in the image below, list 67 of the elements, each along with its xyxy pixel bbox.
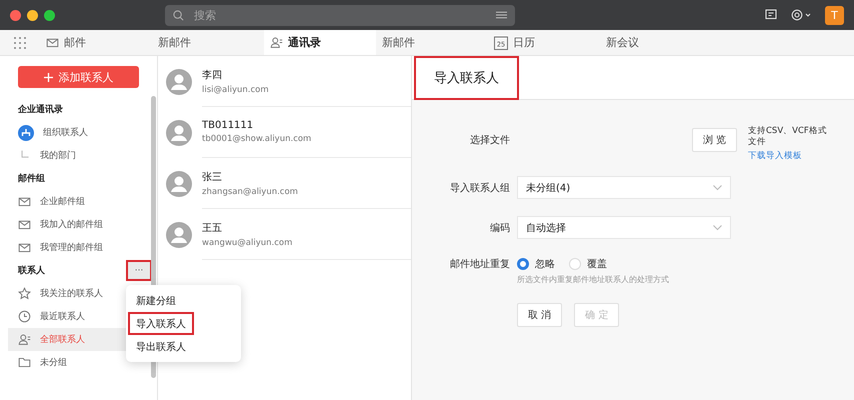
contact-email: zhangsan@aliyun.com: [202, 186, 299, 196]
sidebar-item[interactable]: 我管理的邮件组: [0, 236, 149, 259]
close-button[interactable]: [10, 10, 21, 20]
contacts-icon: [18, 333, 31, 346]
contact-email: wangwu@aliyun.com: [202, 238, 294, 248]
sidebar-item[interactable]: 我的部门: [0, 144, 149, 167]
field-label: 邮件地址重复: [450, 258, 510, 272]
filter-icon[interactable]: [496, 10, 507, 20]
avatar-icon: [166, 222, 192, 248]
field-label: 导入联系人组: [450, 182, 510, 195]
sidebar-item[interactable]: 企业邮件组: [0, 190, 149, 213]
contact-email: tb0001@show.aliyun.com: [202, 134, 312, 144]
add-contact-button[interactable]: 添加联系人: [18, 66, 139, 88]
mail-icon: [18, 241, 31, 254]
menu-item[interactable]: 新建分组: [128, 289, 184, 312]
contacts-icon: [270, 36, 283, 49]
search-icon: [173, 10, 184, 20]
more-button[interactable]: ···: [126, 260, 152, 281]
contact-name: 张三: [202, 170, 223, 184]
panel-title: 导入联系人: [414, 56, 519, 100]
field-label: 选择文件: [470, 134, 510, 148]
search-field[interactable]: 搜索: [192, 8, 488, 22]
contact-email: lisi@aliyun.com: [202, 84, 270, 94]
avatar-icon: [166, 170, 192, 196]
nav-tab[interactable]: 新邮件: [152, 30, 264, 55]
settings-icon[interactable]: [791, 9, 811, 21]
mail-icon: [18, 218, 31, 231]
message-icon[interactable]: [765, 9, 777, 21]
menu-item[interactable]: 导入联系人: [128, 312, 194, 335]
encoding-select[interactable]: 自动选择: [517, 216, 731, 240]
radio-label: 忽略: [535, 258, 555, 272]
search-field[interactable]: 搜索: [165, 4, 515, 26]
download-template-link[interactable]: 下载导入模板: [748, 150, 830, 162]
nav-tab[interactable]: 新会议: [600, 30, 712, 55]
section-title: 企业通讯录: [18, 103, 63, 116]
sidebar-item[interactable]: 我加入的邮件组: [0, 213, 149, 236]
mail-icon: [18, 195, 31, 208]
mail-icon: [46, 36, 59, 49]
contact-name: TB011111: [202, 120, 254, 131]
minimize-button[interactable]: [27, 10, 38, 20]
maximize-button[interactable]: [44, 10, 55, 20]
folder-icon: [18, 356, 31, 369]
plus-icon: [44, 72, 52, 82]
radio-label: 覆盖: [587, 258, 607, 272]
section-title: 联系人: [18, 264, 45, 277]
nav-tab[interactable]: 通讯录: [264, 30, 376, 55]
field-label: 编码: [490, 222, 510, 235]
nav-tab[interactable]: 邮件: [40, 30, 152, 55]
nav-tab[interactable]: 新邮件: [376, 30, 488, 55]
cancel-button[interactable]: 取 消: [517, 303, 562, 328]
radio-button[interactable]: [517, 258, 529, 270]
apps-grid-icon[interactable]: [14, 36, 26, 48]
file-format-note: 支持CSV、VCF格式文件: [748, 126, 828, 148]
sidebar-item[interactable]: 组织联系人: [0, 121, 149, 144]
avatar-icon: [166, 120, 192, 146]
chevron-down-icon: [713, 224, 722, 231]
star-icon: [18, 287, 31, 300]
contact-name: 李四: [202, 68, 223, 82]
chevron-down-icon: [713, 184, 722, 191]
organization-icon: [18, 124, 34, 140]
group-select[interactable]: 未分组(4): [517, 176, 731, 200]
section-title: 邮件组: [18, 172, 45, 185]
contact-name: 王五: [202, 222, 223, 234]
hint-text: 所选文件内重复邮件地址联系人的处理方式: [517, 274, 670, 286]
browse-button[interactable]: 浏 览: [692, 128, 737, 152]
avatar-icon: [166, 68, 192, 94]
clock-icon: [18, 310, 31, 323]
